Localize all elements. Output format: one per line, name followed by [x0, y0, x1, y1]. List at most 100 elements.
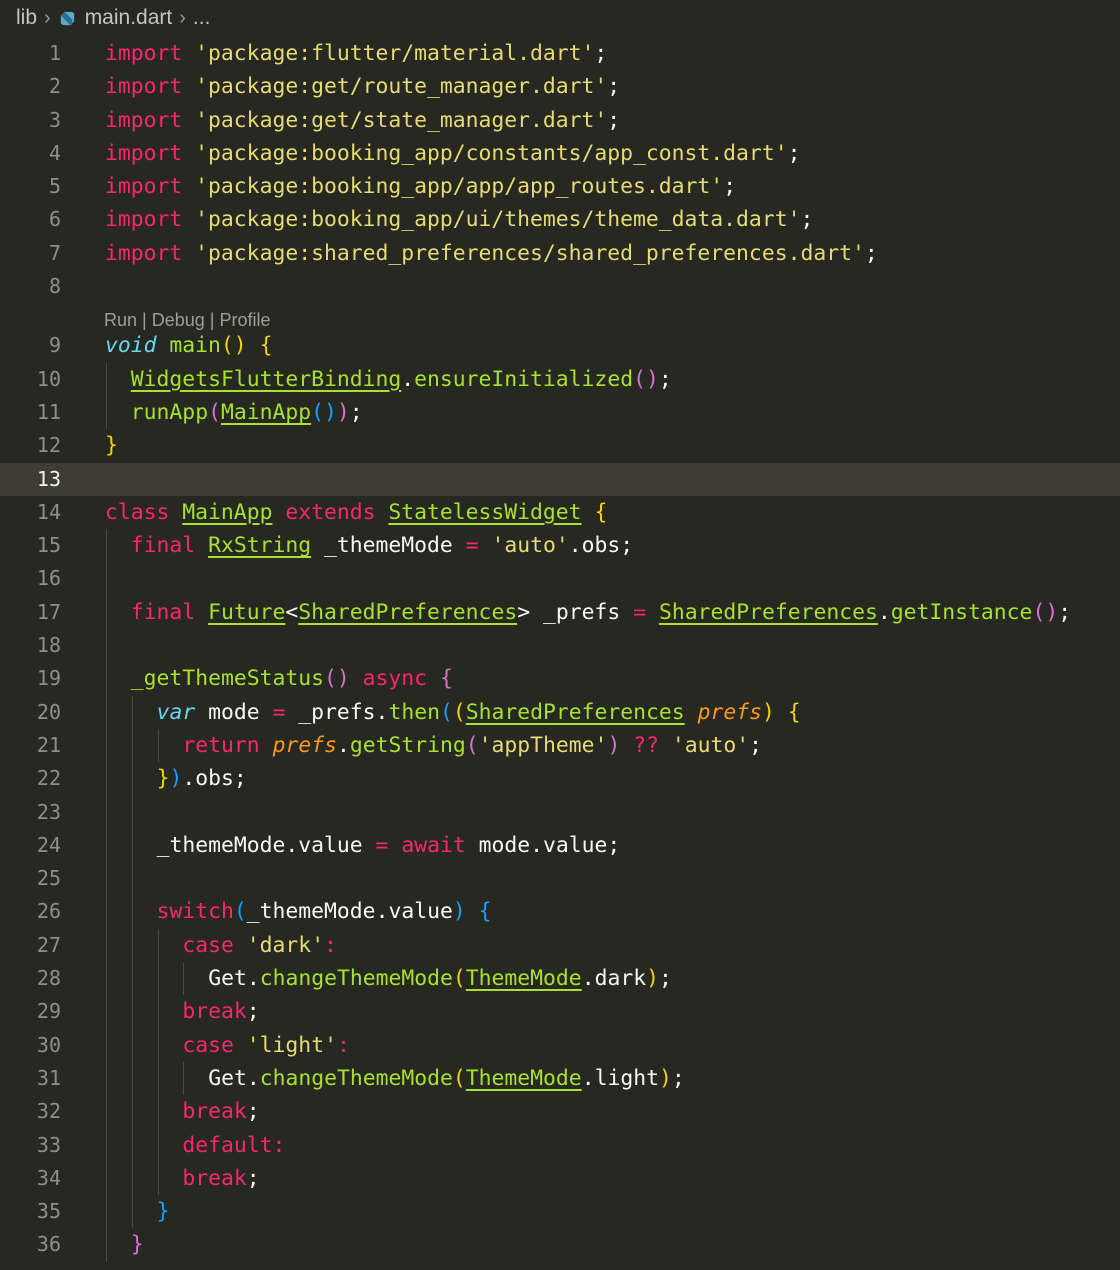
code-line[interactable]: 9 void main() {: [0, 329, 1120, 362]
breadcrumb-file[interactable]: main.dart: [85, 6, 173, 30]
code-line[interactable]: 30 case 'light':: [0, 1028, 1120, 1062]
code-line[interactable]: 36}: [0, 1228, 1120, 1262]
code-line[interactable]: 18: [0, 629, 1120, 663]
code-token: =: [375, 832, 389, 858]
code-token: (: [452, 966, 466, 992]
line-number: 3: [48, 107, 61, 132]
code-token: break: [182, 999, 247, 1025]
code-line[interactable]: 17 final Future<SharedPreferences> _prefs…: [0, 595, 1120, 630]
code-token: ensureInitialized: [414, 366, 634, 392]
code-token: (: [208, 399, 221, 425]
code-line[interactable]: 14 class MainApp extends StatelessWidget …: [0, 496, 1120, 529]
indent-guide: [157, 1061, 159, 1096]
breadcrumb-folder[interactable]: lib: [16, 6, 37, 30]
code-line[interactable]: 35}: [0, 1195, 1120, 1229]
indent-guide: [106, 928, 107, 963]
code-token: import: [105, 207, 183, 233]
code-line[interactable]: 21 return prefs.getString('appTheme') ?? …: [0, 728, 1120, 763]
code-line[interactable]: 23: [0, 795, 1120, 829]
code-line[interactable]: 15 final RxString _themeMode = 'auto'.obs…: [0, 529, 1120, 563]
code-line[interactable]: 26 switch(_themeMode.value) {: [0, 895, 1120, 929]
code-text: import 'package:booking_app/ui/themes/th…: [105, 203, 813, 236]
code-line[interactable]: 29 break;: [0, 995, 1120, 1029]
code-token: .value: [285, 832, 376, 858]
code-line[interactable]: 11 runApp(MainApp());: [0, 395, 1120, 430]
code-line[interactable]: 32 break;: [0, 1095, 1120, 1129]
codelens-debug[interactable]: Debug: [152, 310, 205, 330]
line-number: 16: [36, 566, 61, 591]
code-token: (: [452, 1065, 466, 1091]
code-line[interactable]: 6 import 'package:booking_app/ui/themes/t…: [0, 203, 1120, 236]
code-token: void: [105, 333, 157, 359]
code-line[interactable]: 13: [0, 462, 1120, 496]
code-line[interactable]: 7 import 'package:shared_preferences/shar…: [0, 237, 1120, 270]
line-number: 15: [36, 533, 61, 558]
code-line[interactable]: 19 _getThemeStatus() async {: [0, 662, 1120, 696]
code-line[interactable]: 12}: [0, 429, 1120, 462]
code-token: Get.: [208, 1065, 260, 1091]
code-token: final: [130, 599, 196, 625]
line-number: 35: [36, 1199, 61, 1224]
code-token: {: [787, 699, 801, 725]
code-token: import: [105, 74, 183, 100]
code-line[interactable]: 22}).obs;: [0, 762, 1120, 796]
code-line[interactable]: 1 import 'package:flutter/material.dart';: [0, 37, 1120, 70]
code-line[interactable]: 28 Get.changeThemeMode(ThemeMode.dark);: [0, 962, 1120, 996]
indent-guide: [106, 1095, 107, 1129]
code-line[interactable]: 2 import 'package:get/route_manager.dart'…: [0, 70, 1120, 103]
code-token: case: [182, 1032, 234, 1058]
code-token: SharedPreferences: [658, 599, 878, 625]
code-line[interactable]: 27 case 'dark':: [0, 928, 1120, 963]
codelens-run[interactable]: Run: [104, 310, 137, 330]
code-token: _prefs.: [285, 699, 389, 725]
code-token: switch: [156, 899, 234, 925]
indent-guide: [131, 1161, 133, 1196]
code-text: class MainApp extends StatelessWidget {: [105, 496, 607, 529]
code-token: (: [439, 699, 453, 725]
indent-guide: [106, 1061, 107, 1096]
code-token: :: [272, 1132, 286, 1158]
code-line[interactable]: 8: [0, 270, 1120, 303]
code-token: import: [105, 240, 183, 266]
code-line[interactable]: 24 _themeMode.value = await mode.value;: [0, 828, 1120, 863]
code-line[interactable]: 10 WidgetsFlutterBinding.ensureInitialize…: [0, 362, 1120, 396]
line-number: 8: [48, 274, 61, 299]
code-text: void main() {: [105, 329, 272, 362]
indent-guide: [106, 529, 107, 563]
indent-guide: [106, 828, 107, 863]
code-token: default: [182, 1132, 273, 1158]
code-token: (: [233, 899, 247, 925]
code-line[interactable]: 20 var mode = _prefs.then((SharedPreferen…: [0, 695, 1120, 729]
code-text: }).obs;: [157, 762, 247, 795]
line-number: 21: [36, 732, 61, 757]
line-number: 7: [48, 240, 61, 265]
code-token: (: [465, 732, 479, 758]
code-token: (): [220, 333, 247, 359]
indent-guide: [131, 1028, 133, 1062]
code-line[interactable]: 31 Get.changeThemeMode(ThemeMode.light);: [0, 1061, 1120, 1096]
indent-guide: [131, 1061, 133, 1096]
code-line[interactable]: 4 import 'package:booking_app/constants/a…: [0, 137, 1120, 170]
code-editor[interactable]: 1 import 'package:flutter/material.dart';…: [0, 37, 1120, 1262]
code-line[interactable]: 3 import 'package:get/state_manager.dart'…: [0, 104, 1120, 137]
breadcrumb-more[interactable]: ...: [193, 6, 211, 30]
code-line[interactable]: 16: [0, 562, 1120, 596]
code-token: .obs;: [182, 766, 247, 792]
codelens-profile[interactable]: Profile: [219, 310, 270, 330]
code-line[interactable]: 33 default:: [0, 1128, 1120, 1162]
code-text: import 'package:get/state_manager.dart';: [105, 104, 620, 137]
code-token: {: [594, 499, 608, 525]
code-token: MainApp: [220, 399, 312, 425]
code-line[interactable]: 5 import 'package:booking_app/app/app_rou…: [0, 170, 1120, 203]
code-line[interactable]: 34 break;: [0, 1161, 1120, 1196]
code-token: mode: [195, 699, 273, 725]
code-line[interactable]: 25: [0, 862, 1120, 896]
